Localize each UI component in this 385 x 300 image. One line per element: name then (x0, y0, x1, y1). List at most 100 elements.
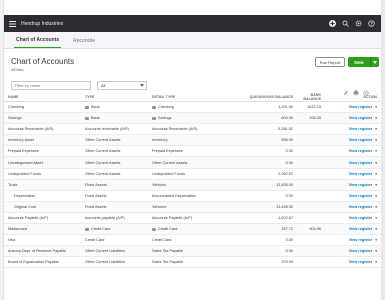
table-row[interactable]: Uncategorized Asset Other Current Assets O… (4, 157, 381, 169)
create-plus-icon[interactable] (329, 20, 336, 27)
table-row[interactable]: Accounts Receivable (A/R) Accounts receiv… (4, 124, 381, 136)
account-detail-label: Accounts Payable (A/P) (152, 215, 193, 220)
view-register-link[interactable]: View register (349, 116, 373, 120)
account-name: Prepaid Expenses (8, 149, 39, 154)
table-row[interactable]: Board of Equalization Payable Other Curre… (4, 257, 381, 269)
table-row[interactable]: Mastercard Credit Card Credit Card 157.72 30… (4, 224, 381, 236)
chevron-down-icon[interactable]: ▾ (375, 127, 377, 131)
chevron-down-icon[interactable]: ▾ (375, 183, 377, 187)
view-register-link[interactable]: View register (349, 161, 373, 165)
search-icon[interactable] (342, 20, 349, 27)
gear-icon[interactable] (355, 20, 362, 27)
table-row[interactable]: Arizona Dept. of Revenue Payable Other Cu… (4, 246, 381, 258)
quickbooks-balance: 0.00 (285, 193, 293, 198)
new-account-button[interactable]: New (348, 57, 379, 67)
chevron-down-icon[interactable]: ▾ (375, 194, 377, 198)
chevron-down-icon[interactable]: ▾ (375, 105, 377, 109)
account-detail-type: Credit Card (152, 227, 237, 231)
account-detail-label: Undeposited Funds (152, 171, 185, 176)
account-detail-type: Vehicles (152, 183, 237, 187)
all-lists-link[interactable]: All lists (11, 67, 23, 72)
view-register-link[interactable]: View register (349, 127, 373, 131)
view-register-link[interactable]: View register (349, 149, 373, 153)
chevron-down-icon[interactable]: ▾ (375, 227, 377, 231)
tab-reconcile[interactable]: Reconcile (71, 38, 97, 48)
view-register-link[interactable]: View register (349, 138, 373, 142)
row-action: View register ▾ (321, 205, 381, 209)
filter-by-name-input[interactable] (11, 81, 91, 90)
chevron-down-icon[interactable] (370, 57, 379, 67)
account-name: Original Cost (14, 204, 36, 209)
view-register-link[interactable]: View register (349, 105, 373, 109)
table-row[interactable]: Inventory Asset Other Current Assets Inven… (4, 135, 381, 147)
col-header-name[interactable]: Name (4, 95, 85, 99)
col-header-type[interactable]: Type (85, 95, 152, 99)
chevron-down-icon[interactable]: ▾ (375, 138, 377, 142)
settings-gear-icon[interactable] (363, 83, 369, 96)
account-detail-label: Vehicles (152, 204, 167, 209)
view-register-link[interactable]: View register (349, 227, 373, 231)
chevron-down-icon[interactable]: ▾ (375, 249, 377, 253)
view-register-link[interactable]: View register (349, 183, 373, 187)
tab-chart-of-accounts[interactable]: Chart of Accounts (14, 37, 62, 48)
bank-balance: 304.96 (309, 227, 321, 232)
row-action: View register ▾ (321, 149, 381, 153)
account-detail-label: Accounts Receivable (A/R) (152, 127, 198, 132)
account-type-filter[interactable]: All (97, 81, 147, 90)
table-row[interactable]: Original Cost Fixed Assets Vehicles 13,495.… (4, 201, 381, 213)
table-row[interactable]: Checking Bank Checking 1,201.00 1522.19 View … (4, 102, 381, 114)
table-row[interactable]: Visa Credit Card Credit Card 0.00 View regis… (4, 235, 381, 247)
right-scrollbar[interactable] (381, 0, 385, 300)
account-name: Depreciation (14, 193, 36, 198)
chevron-down-icon[interactable]: ▾ (375, 172, 377, 176)
table-row[interactable]: Accounts Payable (A/P) Accounts payable (… (4, 213, 381, 225)
col-header-quickbooks-balance[interactable]: QuickBooks Balance (237, 95, 293, 99)
row-action: View register ▾ (321, 116, 381, 120)
view-register-link[interactable]: View register (349, 238, 373, 242)
edit-pencil-icon[interactable] (343, 83, 349, 95)
help-icon[interactable] (368, 20, 375, 27)
chevron-down-icon[interactable]: ▾ (375, 238, 377, 242)
chevron-down-icon[interactable]: ▾ (375, 260, 377, 264)
chevron-down-icon[interactable]: ▾ (375, 149, 377, 153)
account-detail-label: Sales Tax Payable (152, 260, 184, 265)
view-register-link[interactable]: View register (349, 260, 373, 264)
company-name: Hendrup Industries (21, 20, 64, 27)
row-action: View register ▾ (321, 138, 381, 142)
table-row[interactable]: Savings Bank Savings 800.00 200.00 View regis… (4, 113, 381, 125)
account-type-label: Fixed Assets (85, 204, 107, 209)
bank-feed-icon (85, 105, 89, 109)
row-action: View register ▾ (321, 216, 381, 220)
menu-icon[interactable] (4, 15, 20, 32)
account-detail-label: Savings (158, 116, 172, 121)
view-register-link[interactable]: View register (349, 194, 373, 198)
table-body: Checking Bank Checking 1,201.00 1522.19 View … (4, 102, 381, 269)
account-type-label: Bank (91, 116, 100, 121)
account-detail-type: Inventory (152, 138, 237, 142)
table-row[interactable]: Truck Fixed Assets Vehicles 13,495.00 View r… (4, 179, 381, 191)
row-action: View register ▾ (321, 183, 381, 187)
chevron-down-icon[interactable]: ▾ (375, 216, 377, 220)
chevron-down-icon (140, 83, 144, 88)
account-type-label: Other Current Assets (85, 138, 121, 143)
chevron-down-icon[interactable]: ▾ (375, 116, 377, 120)
table-row[interactable]: Depreciation Fixed Assets Accumulated Depr… (4, 191, 381, 202)
row-action: View register ▾ (321, 249, 381, 253)
view-register-link[interactable]: View register (349, 216, 373, 220)
account-type-filter-value: All (101, 83, 106, 88)
accounts-table: Name Type Detail type QuickBooks Balance… (4, 93, 381, 269)
view-register-link[interactable]: View register (349, 249, 373, 253)
chevron-down-icon[interactable]: ▾ (375, 161, 377, 165)
account-detail-type: Accounts Payable (A/P) (152, 216, 237, 220)
view-register-link[interactable]: View register (349, 205, 373, 209)
chevron-down-icon[interactable]: ▾ (375, 205, 377, 209)
quickbooks-balance: -1,602.67 (276, 215, 293, 220)
table-row[interactable]: Prepaid Expenses Other Current Assets Prep… (4, 146, 381, 158)
run-report-button[interactable]: Run Report (315, 57, 345, 67)
view-register-link[interactable]: View register (349, 172, 373, 176)
col-header-bank-balance[interactable]: Bank Balance (293, 93, 321, 101)
print-icon[interactable] (353, 83, 359, 96)
table-row[interactable]: Undeposited Funds Other Current Assets Und… (4, 169, 381, 180)
account-type: Other Current Liabilities (85, 260, 152, 264)
col-header-detail-type[interactable]: Detail type (152, 95, 237, 99)
